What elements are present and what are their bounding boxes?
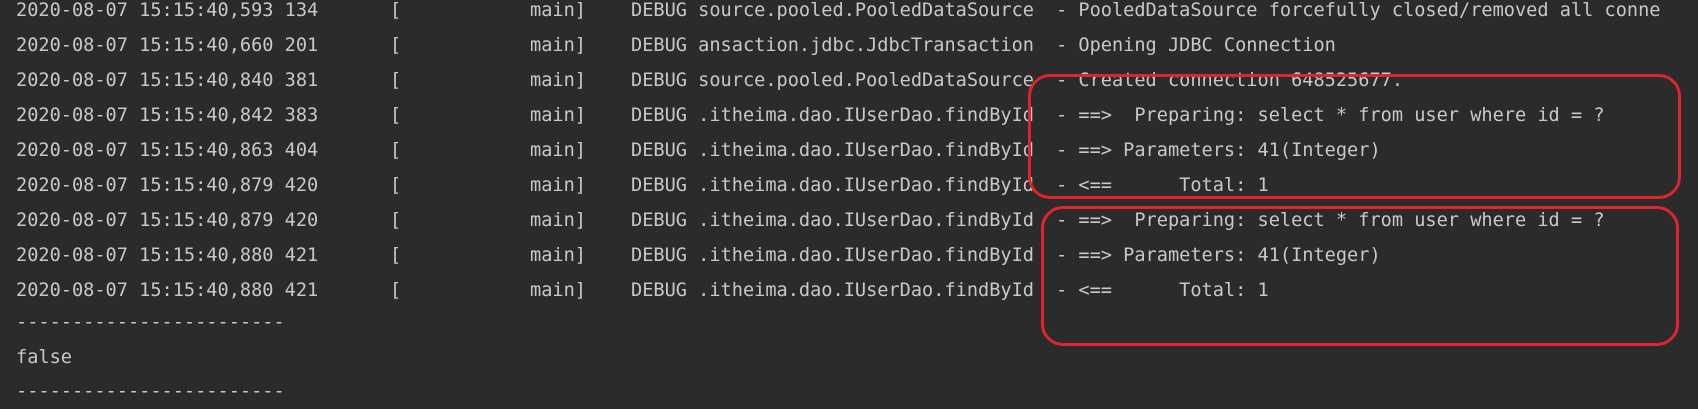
log-level: DEBUG ansaction.jdbc.JdbcTransaction [631,35,1035,56]
log-timestamp: 2020-08-07 15:15:40,593 134 [16,0,319,21]
log-thread: main] [530,0,586,21]
log-level: DEBUG .itheima.dao.IUserDao.findById [631,105,1035,126]
result-output: false [16,347,72,368]
log-timestamp: 2020-08-07 15:15:40,660 201 [16,35,319,56]
log-thread: main] [530,35,586,56]
log-thread: main] [530,105,586,126]
separator-bottom: ------------------------ [16,381,285,402]
log-timestamp: 2020-08-07 15:15:40,840 381 [16,70,319,91]
log-logger: .itheima.dao.IUserDao.findById [698,105,1035,126]
log-level: DEBUG source.pooled.PooledDataSource [631,70,1035,91]
log-message: - <== Total: 1 [1056,175,1269,196]
log-message: - PooledDataSource forcefully closed/rem… [1056,0,1661,21]
log-level: DEBUG .itheima.dao.IUserDao.findById [631,210,1035,231]
log-thread: main] [530,140,586,161]
log-level: DEBUG .itheima.dao.IUserDao.findById [631,175,1035,196]
log-bracket: [ [390,0,402,21]
console-output[interactable]: 2020-08-07 15:15:40,593 134 [ main] DEBUG s… [0,0,1698,409]
log-message: - Created connection 648525677. [1056,70,1404,91]
log-timestamp: 2020-08-07 15:15:40,842 383 [16,105,319,126]
log-level: DEBUG .itheima.dao.IUserDao.findById [631,140,1035,161]
log-message: - ==> Parameters: 41(Integer) [1056,245,1381,266]
log-thread: main] [530,210,586,231]
log-thread: main] [530,245,586,266]
log-bracket: [ [390,245,402,266]
log-message: - ==> Parameters: 41(Integer) [1056,140,1381,161]
log-level: DEBUG .itheima.dao.IUserDao.findById [631,245,1035,266]
log-timestamp: 2020-08-07 15:15:40,863 404 [16,140,319,161]
log-level: DEBUG source.pooled.PooledDataSource [631,0,1035,21]
log-message: - <== Total: 1 [1056,280,1269,301]
log-logger: .itheima.dao.IUserDao.findById [698,210,1035,231]
log-timestamp: 2020-08-07 15:15:40,879 420 [16,210,319,231]
log-logger: .itheima.dao.IUserDao.findById [698,245,1035,266]
log-logger: .itheima.dao.IUserDao.findById [698,280,1035,301]
log-logger: source.pooled.PooledDataSource [698,70,1035,91]
log-thread: main] [530,280,586,301]
log-bracket: [ [390,105,402,126]
log-timestamp: 2020-08-07 15:15:40,880 421 [16,245,319,266]
log-logger: source.pooled.PooledDataSource [698,0,1035,21]
log-bracket: [ [390,35,402,56]
log-timestamp: 2020-08-07 15:15:40,880 421 [16,280,319,301]
log-bracket: [ [390,280,402,301]
log-timestamp: 2020-08-07 15:15:40,879 420 [16,175,319,196]
log-thread: main] [530,70,586,91]
log-message: - ==> Preparing: select * from user wher… [1056,210,1605,231]
log-level: DEBUG .itheima.dao.IUserDao.findById [631,280,1035,301]
log-logger: ansaction.jdbc.JdbcTransaction [698,35,1035,56]
log-bracket: [ [390,210,402,231]
log-thread: main] [530,175,586,196]
log-logger: .itheima.dao.IUserDao.findById [698,175,1035,196]
log-logger: .itheima.dao.IUserDao.findById [698,140,1035,161]
separator-top: ------------------------ [16,312,285,333]
log-message: - ==> Preparing: select * from user wher… [1056,105,1605,126]
log-bracket: [ [390,140,402,161]
log-bracket: [ [390,70,402,91]
log-message: - Opening JDBC Connection [1056,35,1336,56]
log-bracket: [ [390,175,402,196]
